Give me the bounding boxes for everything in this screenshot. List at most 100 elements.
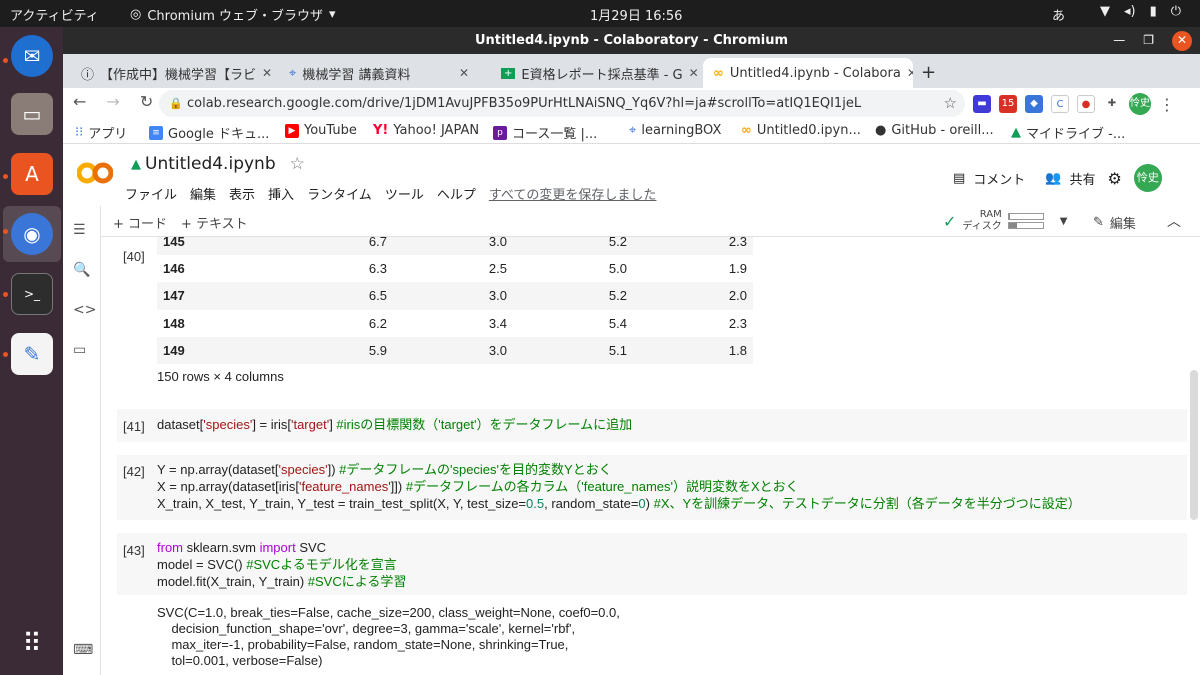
menu-insert[interactable]: 挿入	[268, 184, 294, 203]
notebook-area: [40] 145 6.7 3.0 5.2 2.3 146 6.3 2.5 5.0…	[101, 237, 1187, 675]
bookmark-youtube[interactable]: ▶ YouTube	[285, 123, 357, 138]
chromium-dock-icon[interactable]: ◉	[11, 213, 53, 255]
app-menu[interactable]: ◎ Chromium ウェブ・ブラウザ ▾	[130, 5, 336, 24]
c-extension-icon[interactable]: C	[1051, 95, 1069, 113]
save-status[interactable]: すべての変更を保存しました	[489, 184, 657, 203]
profile-avatar[interactable]: 怜史	[1129, 93, 1151, 115]
extension-icon[interactable]: ▬	[973, 95, 991, 113]
toc-icon[interactable]: ☰	[73, 222, 86, 238]
url-field[interactable]: 🔒 colab.research.google.com/drive/1jDM1A…	[159, 90, 965, 117]
tab-4-active[interactable]: ∞ Untitled4.ipynb - Colabora ✕	[703, 58, 913, 88]
share-button[interactable]: 👥 共有	[1045, 169, 1095, 188]
record-extension-icon[interactable]: ●	[1077, 95, 1095, 113]
docs-icon: ≡	[149, 125, 163, 140]
bookmark-learningbox[interactable]: ⌖ learningBOX	[629, 123, 721, 138]
cell-value: 2.5	[488, 261, 507, 277]
cell-value: 5.4	[608, 315, 627, 331]
bookmark-label: アプリ	[88, 127, 128, 142]
disk-label: ディスク	[962, 221, 1002, 232]
drive-icon: ▲	[1011, 125, 1021, 140]
close-tab-icon[interactable]: ✕	[262, 66, 272, 80]
close-icon[interactable]: ✕	[1172, 30, 1192, 51]
bookmark-yahoo[interactable]: Y! Yahoo! JAPAN	[373, 123, 479, 138]
menu-edit[interactable]: 編集	[190, 184, 216, 203]
code-line: from sklearn.svm import SVC	[157, 540, 326, 557]
text-editor-icon[interactable]: ✎	[11, 333, 53, 375]
menu-help[interactable]: ヘルプ	[437, 184, 476, 203]
add-text-button[interactable]: + テキスト	[181, 213, 248, 232]
code-cell-41[interactable]: [41] dataset['species'] = iris['target']…	[117, 409, 1187, 442]
scrollbar-thumb[interactable]	[1190, 370, 1198, 520]
code-cell-42[interactable]: [42] Y = np.array(dataset['species']) #デ…	[117, 455, 1187, 520]
calendar-extension-icon[interactable]: 15	[999, 95, 1017, 113]
minimize-icon[interactable]: —	[1113, 27, 1125, 54]
terminal-icon[interactable]: >_	[11, 273, 53, 315]
collapse-chevron-up-icon[interactable]: ︿	[1167, 211, 1181, 231]
chevron-down-icon[interactable]: ▼	[1060, 216, 1068, 227]
bookmark-label: Google ドキュ...	[168, 127, 270, 142]
tab-3[interactable]: + E資格レポート採点基準 - G ✕	[491, 58, 701, 88]
settings-gear-icon[interactable]: ⚙	[1108, 169, 1122, 188]
close-tab-icon[interactable]: ✕	[459, 66, 469, 80]
code-string: 'target'	[290, 417, 330, 432]
chevron-down-icon: ▾	[328, 7, 336, 22]
activities-button[interactable]: アクティビティ	[10, 5, 99, 24]
code-cell-43[interactable]: [43] from sklearn.svm import SVC model =…	[117, 533, 1187, 595]
cell-value: 5.9	[368, 342, 387, 358]
window-titlebar[interactable]: Untitled4.ipynb - Colaboratory - Chromiu…	[63, 27, 1200, 54]
reload-icon[interactable]: ↻	[140, 92, 153, 111]
close-tab-icon[interactable]: ✕	[689, 66, 699, 80]
bookmark-google-docs[interactable]: ≡ Google ドキュ...	[149, 123, 269, 142]
menu-tools[interactable]: ツール	[385, 184, 424, 203]
youtube-icon: ▶	[285, 123, 299, 138]
user-avatar[interactable]: 怜史	[1133, 164, 1162, 192]
learning-icon: ⌖	[289, 65, 297, 81]
more-menu-icon[interactable]: ⋮	[1159, 95, 1175, 114]
bookmark-my-drive[interactable]: ▲ マイドライブ -...	[1011, 123, 1125, 142]
sheets-icon: +	[501, 67, 516, 79]
cell-value: 3.0	[488, 288, 507, 304]
resource-monitor[interactable]: ✓ RAM ディスク ▼	[943, 209, 1067, 233]
bookmark-apps[interactable]: ⁝⁝ アプリ	[75, 123, 127, 142]
code-line: X_train, X_test, Y_train, Y_test = train…	[157, 496, 1081, 513]
notebook-title[interactable]: ▲ Untitled4.ipynb ☆	[131, 154, 305, 174]
comment-button[interactable]: ▤ コメント	[953, 169, 1025, 188]
forward-icon[interactable]: →	[106, 92, 119, 111]
code-string: 'species'	[278, 462, 328, 477]
bookmark-github[interactable]: ● GitHub - oreill...	[875, 123, 994, 138]
add-code-button[interactable]: + コード	[113, 213, 167, 232]
table-row: 148 6.2 3.4 5.4 2.3	[157, 310, 753, 337]
battery-icon: ▮	[1149, 4, 1157, 19]
close-tab-icon[interactable]: ✕	[907, 66, 913, 80]
search-icon[interactable]: 🔍	[73, 262, 90, 278]
system-tray[interactable]: ▼ ◂) ▮ ⏻	[1100, 4, 1181, 19]
code-snippets-icon[interactable]: <>	[73, 302, 96, 318]
graduation-cap-icon[interactable]: ◆	[1025, 95, 1043, 113]
edit-button[interactable]: ✎ 編集	[1093, 213, 1136, 232]
tab-1[interactable]: ⓘ 【作成中】機械学習【ラビ ✕	[71, 58, 277, 88]
menu-runtime[interactable]: ランタイム	[307, 184, 372, 203]
bookmark-untitled0[interactable]: ∞ Untitled0.ipyn...	[741, 123, 861, 138]
command-palette-icon[interactable]: ⌨	[73, 642, 93, 658]
puzzle-icon[interactable]: ✚	[1103, 95, 1121, 113]
github-icon: ●	[875, 123, 887, 138]
back-icon[interactable]: ←	[73, 92, 86, 111]
restore-icon[interactable]: ❐	[1143, 27, 1154, 54]
ime-indicator[interactable]: あ	[1052, 5, 1065, 24]
notebook-scrollbar[interactable]	[1187, 237, 1200, 675]
star-icon[interactable]: ☆	[290, 154, 305, 174]
files-icon[interactable]: ▭	[11, 93, 53, 135]
new-tab-button[interactable]: +	[921, 62, 936, 83]
cell-value: 5.1	[608, 342, 627, 358]
clock[interactable]: 1月29日 16:56	[590, 5, 682, 24]
dataframe-shape: 150 rows × 4 columns	[157, 369, 284, 384]
thunderbird-icon[interactable]: ✉	[11, 35, 53, 77]
bookmark-star-icon[interactable]: ☆	[944, 90, 957, 117]
bookmark-course-list[interactable]: p コース一覧 |...	[493, 123, 597, 142]
show-apps-icon[interactable]: ⠿	[11, 623, 53, 665]
menu-view[interactable]: 表示	[229, 184, 255, 203]
tab-2[interactable]: ⌖ 機械学習 講義資料 ✕	[279, 58, 479, 88]
files-folder-icon[interactable]: ▭	[73, 342, 86, 358]
software-center-icon[interactable]: A	[11, 153, 53, 195]
menu-file[interactable]: ファイル	[125, 184, 177, 203]
